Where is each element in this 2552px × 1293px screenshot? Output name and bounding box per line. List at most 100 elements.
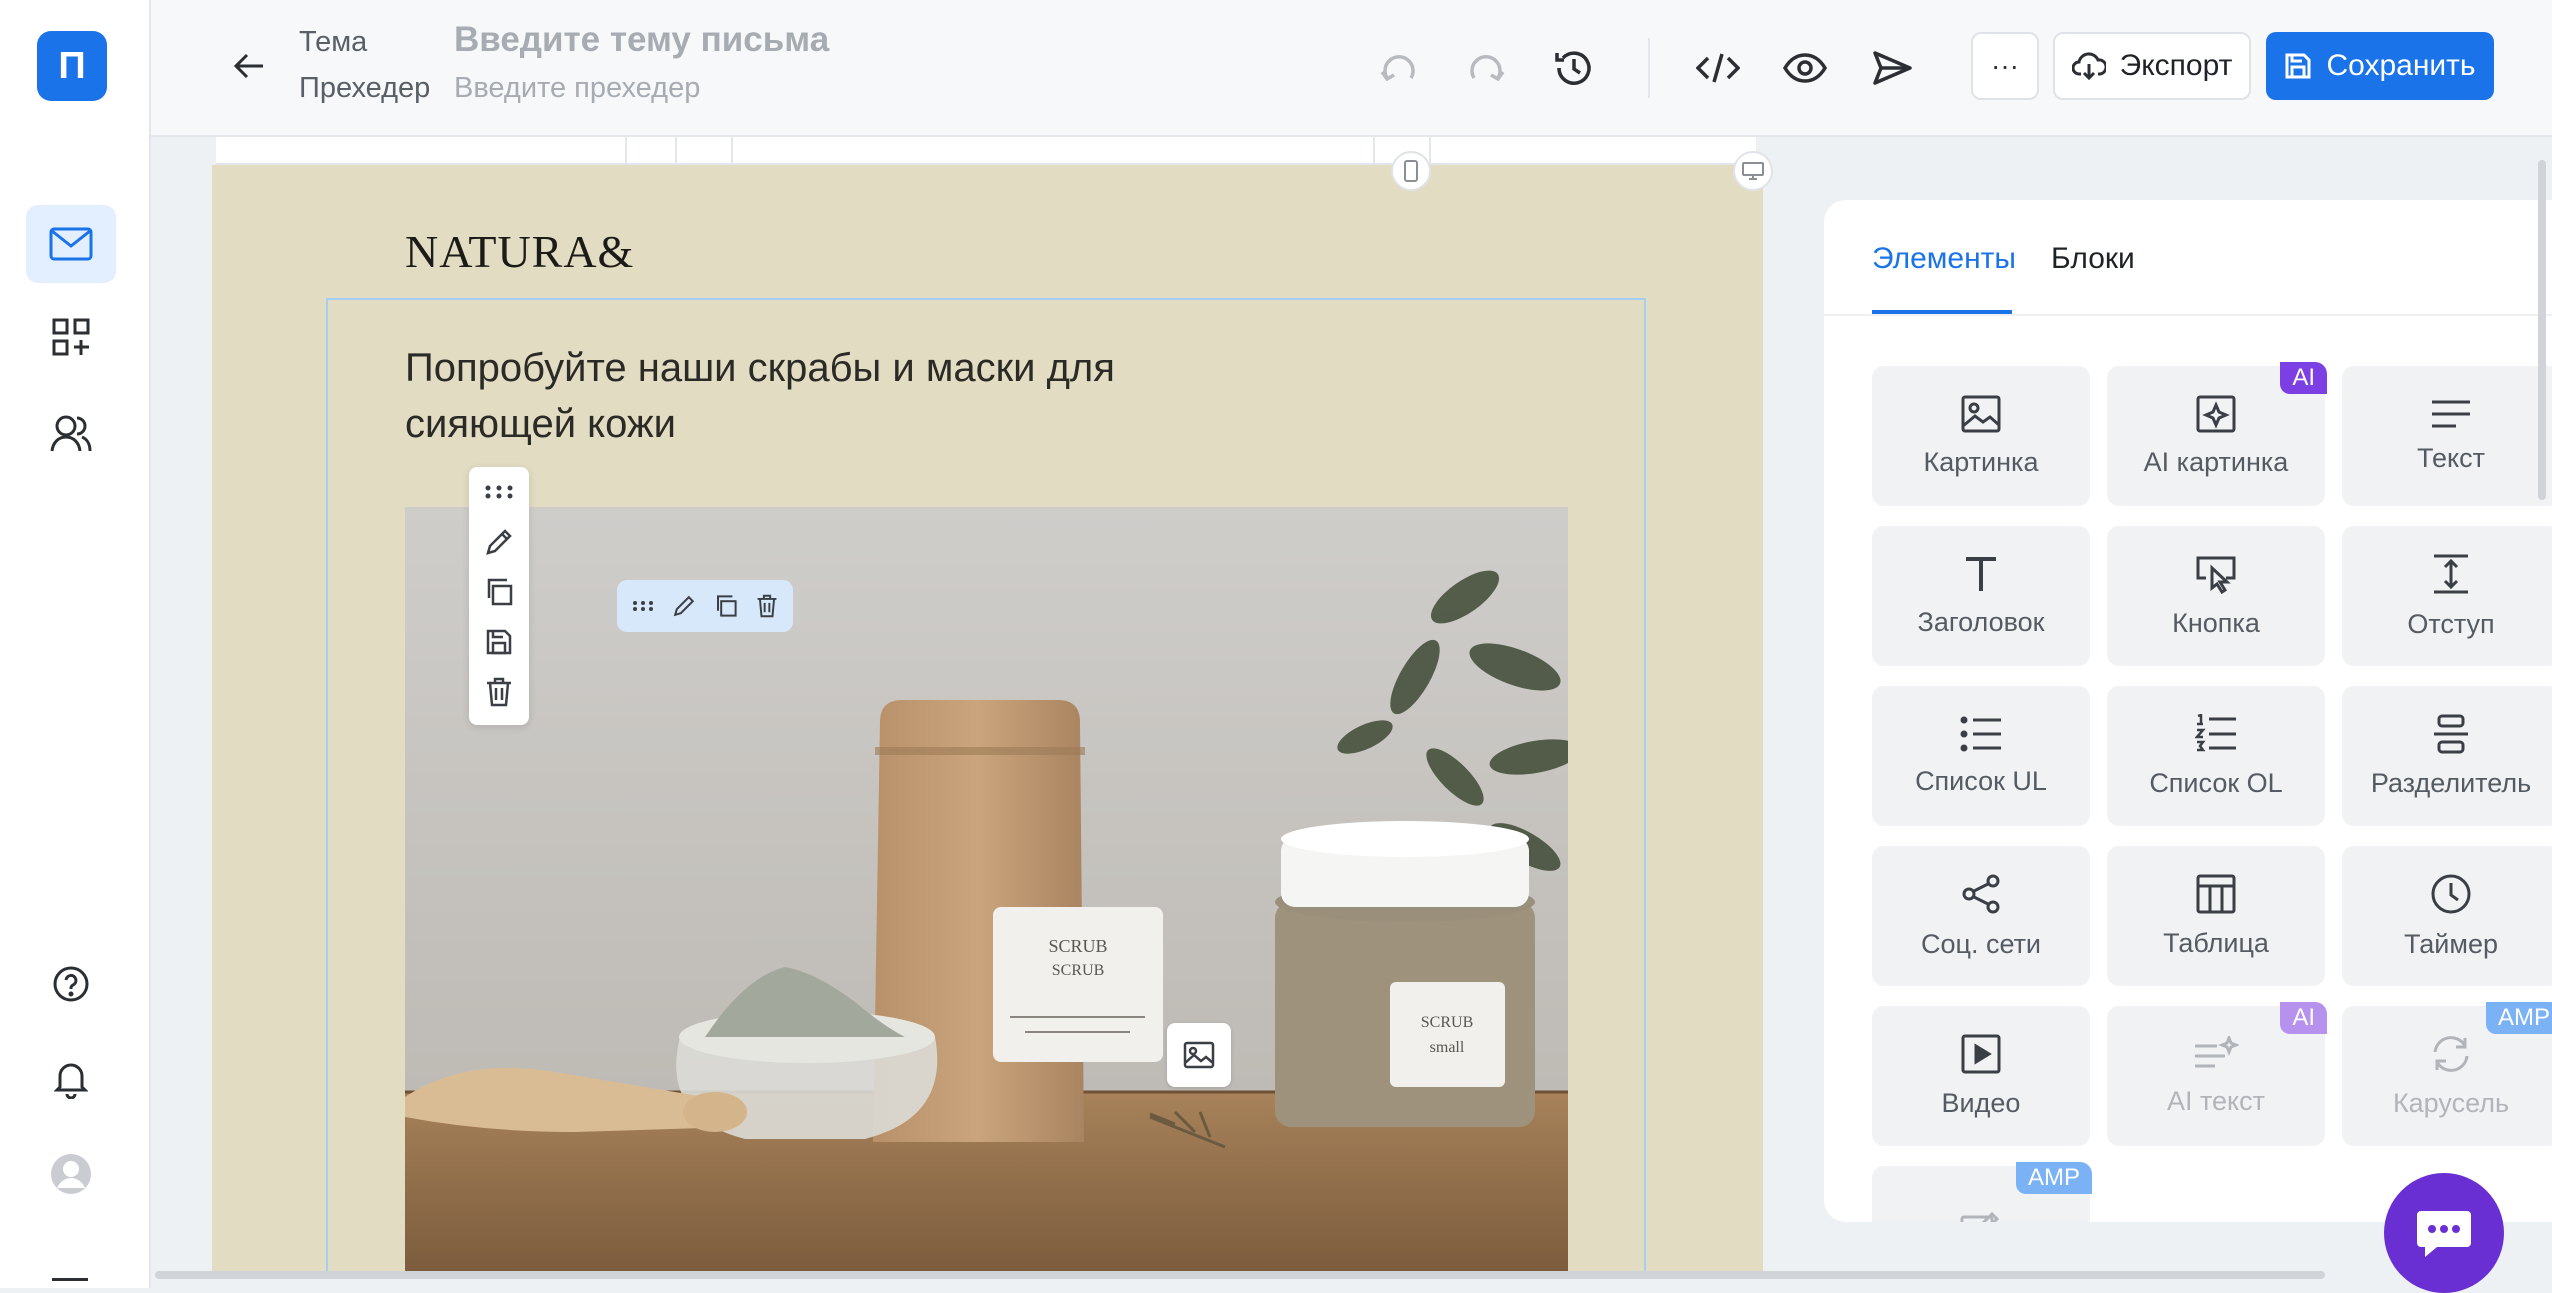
- amp-badge: AMP: [2015, 1162, 2092, 1194]
- sidebar-item-emails[interactable]: [26, 205, 116, 283]
- trash-icon[interactable]: [756, 594, 778, 618]
- save-block-button[interactable]: [469, 617, 529, 667]
- pencil-icon[interactable]: [672, 594, 696, 618]
- copy-icon[interactable]: [714, 594, 738, 618]
- save-button[interactable]: Сохранить: [2266, 32, 2494, 100]
- ai-text-icon: [2193, 1035, 2239, 1072]
- element-timer[interactable]: Таймер: [2342, 846, 2552, 986]
- drag-dots-icon: [485, 485, 513, 499]
- element-amp-form[interactable]: AMP: [1872, 1162, 2092, 1222]
- element-label: Кнопка: [2172, 607, 2260, 638]
- ai-image-icon: [2196, 395, 2236, 433]
- element-video[interactable]: Видео: [1872, 1006, 2090, 1146]
- subject-label: Тема: [299, 26, 368, 58]
- left-sidebar: П: [0, 0, 151, 1288]
- bag-label-subtext: SCRUB: [1052, 962, 1104, 979]
- element-table[interactable]: Таблица: [2107, 846, 2325, 986]
- element-image[interactable]: Картинка: [1872, 366, 2090, 506]
- drag-handle[interactable]: [469, 467, 529, 517]
- back-button[interactable]: [221, 38, 277, 94]
- jar-label-subtext: small: [1430, 1039, 1465, 1056]
- monitor-icon: [1742, 162, 1764, 180]
- element-heading[interactable]: Заголовок: [1872, 526, 2090, 666]
- element-carousel[interactable]: AMP Карусель: [2342, 1002, 2552, 1146]
- code-button[interactable]: [1688, 38, 1748, 98]
- ai-badge: AI: [2280, 1002, 2327, 1034]
- element-label: AI текст: [2166, 1085, 2266, 1116]
- image-settings-button[interactable]: [1167, 1023, 1231, 1087]
- apps-add-icon: [51, 317, 91, 357]
- element-text[interactable]: Текст: [2342, 366, 2552, 506]
- bag-label-text: SCRUB: [1048, 936, 1107, 956]
- sidebar-item-notifications[interactable]: [26, 1040, 116, 1118]
- block-toolbar-vertical: [469, 467, 529, 725]
- help-icon: [52, 965, 90, 1003]
- send-button[interactable]: [1862, 38, 1922, 98]
- desktop-width-handle[interactable]: [1733, 151, 1773, 191]
- element-ai-text[interactable]: AI AI текст: [2107, 1002, 2327, 1146]
- table-icon: [2196, 874, 2236, 914]
- preheader-label: Прехедер: [299, 72, 431, 104]
- active-tab-indicator: [1872, 310, 2012, 314]
- toolbar-divider: [1648, 38, 1650, 98]
- more-button[interactable]: ···: [1971, 32, 2039, 100]
- send-icon: [1872, 50, 1912, 86]
- app-logo[interactable]: П: [37, 31, 107, 101]
- video-icon: [1961, 1034, 2001, 1074]
- export-button[interactable]: Экспорт: [2053, 32, 2251, 100]
- tab-blocks[interactable]: Блоки: [2051, 242, 2135, 276]
- list-ol-icon: [2195, 713, 2237, 754]
- element-spacer[interactable]: Отступ: [2342, 526, 2552, 666]
- mobile-width-handle[interactable]: [1391, 151, 1431, 191]
- save-icon: [2284, 52, 2312, 80]
- element-list-ol[interactable]: Список OL: [2107, 686, 2325, 826]
- copy-block-button[interactable]: [469, 567, 529, 617]
- product-image[interactable]: SCRUB SCRUB SCRUB small: [405, 507, 1568, 1273]
- element-label: Таймер: [2404, 928, 2498, 959]
- element-label: Карусель: [2392, 1087, 2510, 1118]
- cloud-download-icon: [2071, 52, 2106, 80]
- tab-elements[interactable]: Элементы: [1872, 242, 2016, 276]
- text-icon: [2430, 399, 2472, 429]
- phone-icon: [1404, 160, 1418, 182]
- sidebar-item-blocks[interactable]: [26, 298, 116, 376]
- floppy-icon: [485, 628, 513, 656]
- element-button[interactable]: Кнопка: [2107, 526, 2325, 666]
- element-label: Картинка: [1923, 446, 2039, 477]
- element-ai-image[interactable]: AI AI картинка: [2107, 362, 2327, 506]
- panel-tabs: Элементы Блоки: [1824, 200, 2552, 316]
- panel-scrollbar[interactable]: [2538, 160, 2546, 500]
- preview-button[interactable]: [1775, 38, 1835, 98]
- email-body: NATURA& Попробуйте наши скрабы и маски д…: [212, 165, 1763, 1273]
- sidebar-item-contacts[interactable]: [26, 394, 116, 472]
- sidebar-item-profile[interactable]: [26, 1135, 116, 1213]
- element-divider[interactable]: Разделитель: [2342, 686, 2552, 826]
- support-chat-button[interactable]: [2384, 1173, 2504, 1293]
- ai-badge: AI: [2280, 362, 2327, 394]
- email-headline[interactable]: Попробуйте наши скрабы и маски для сияющ…: [405, 340, 1205, 452]
- drag-dots-icon[interactable]: [632, 600, 654, 612]
- element-list-ul[interactable]: Список UL: [1872, 686, 2090, 826]
- preheader-input[interactable]: Введите прехедер: [454, 72, 700, 105]
- canvas-horizontal-scrollbar[interactable]: [155, 1271, 2325, 1279]
- undo-button[interactable]: [1369, 38, 1429, 98]
- edit-block-button[interactable]: [469, 517, 529, 567]
- redo-button[interactable]: [1456, 38, 1516, 98]
- subject-input[interactable]: Введите тему письма: [454, 20, 829, 60]
- element-social[interactable]: Соц. сети: [1872, 846, 2090, 986]
- element-label: Список UL: [1915, 765, 2047, 796]
- brand-logo[interactable]: NATURA&: [405, 225, 634, 278]
- history-button[interactable]: [1544, 38, 1604, 98]
- chat-icon: [2415, 1207, 2473, 1259]
- element-label: AI картинка: [2143, 446, 2289, 477]
- avatar-icon: [50, 1153, 92, 1195]
- sidebar-collapse-handle[interactable]: [52, 1278, 88, 1281]
- element-label: Видео: [1941, 1087, 2021, 1118]
- column-ruler: [216, 137, 1756, 165]
- sidebar-item-help[interactable]: [26, 945, 116, 1023]
- export-label: Экспорт: [2119, 49, 2233, 82]
- undo-icon: [1379, 48, 1419, 88]
- delete-block-button[interactable]: [469, 667, 529, 717]
- element-label: Разделитель: [2370, 767, 2532, 798]
- amp-form-icon: [1960, 1209, 2002, 1222]
